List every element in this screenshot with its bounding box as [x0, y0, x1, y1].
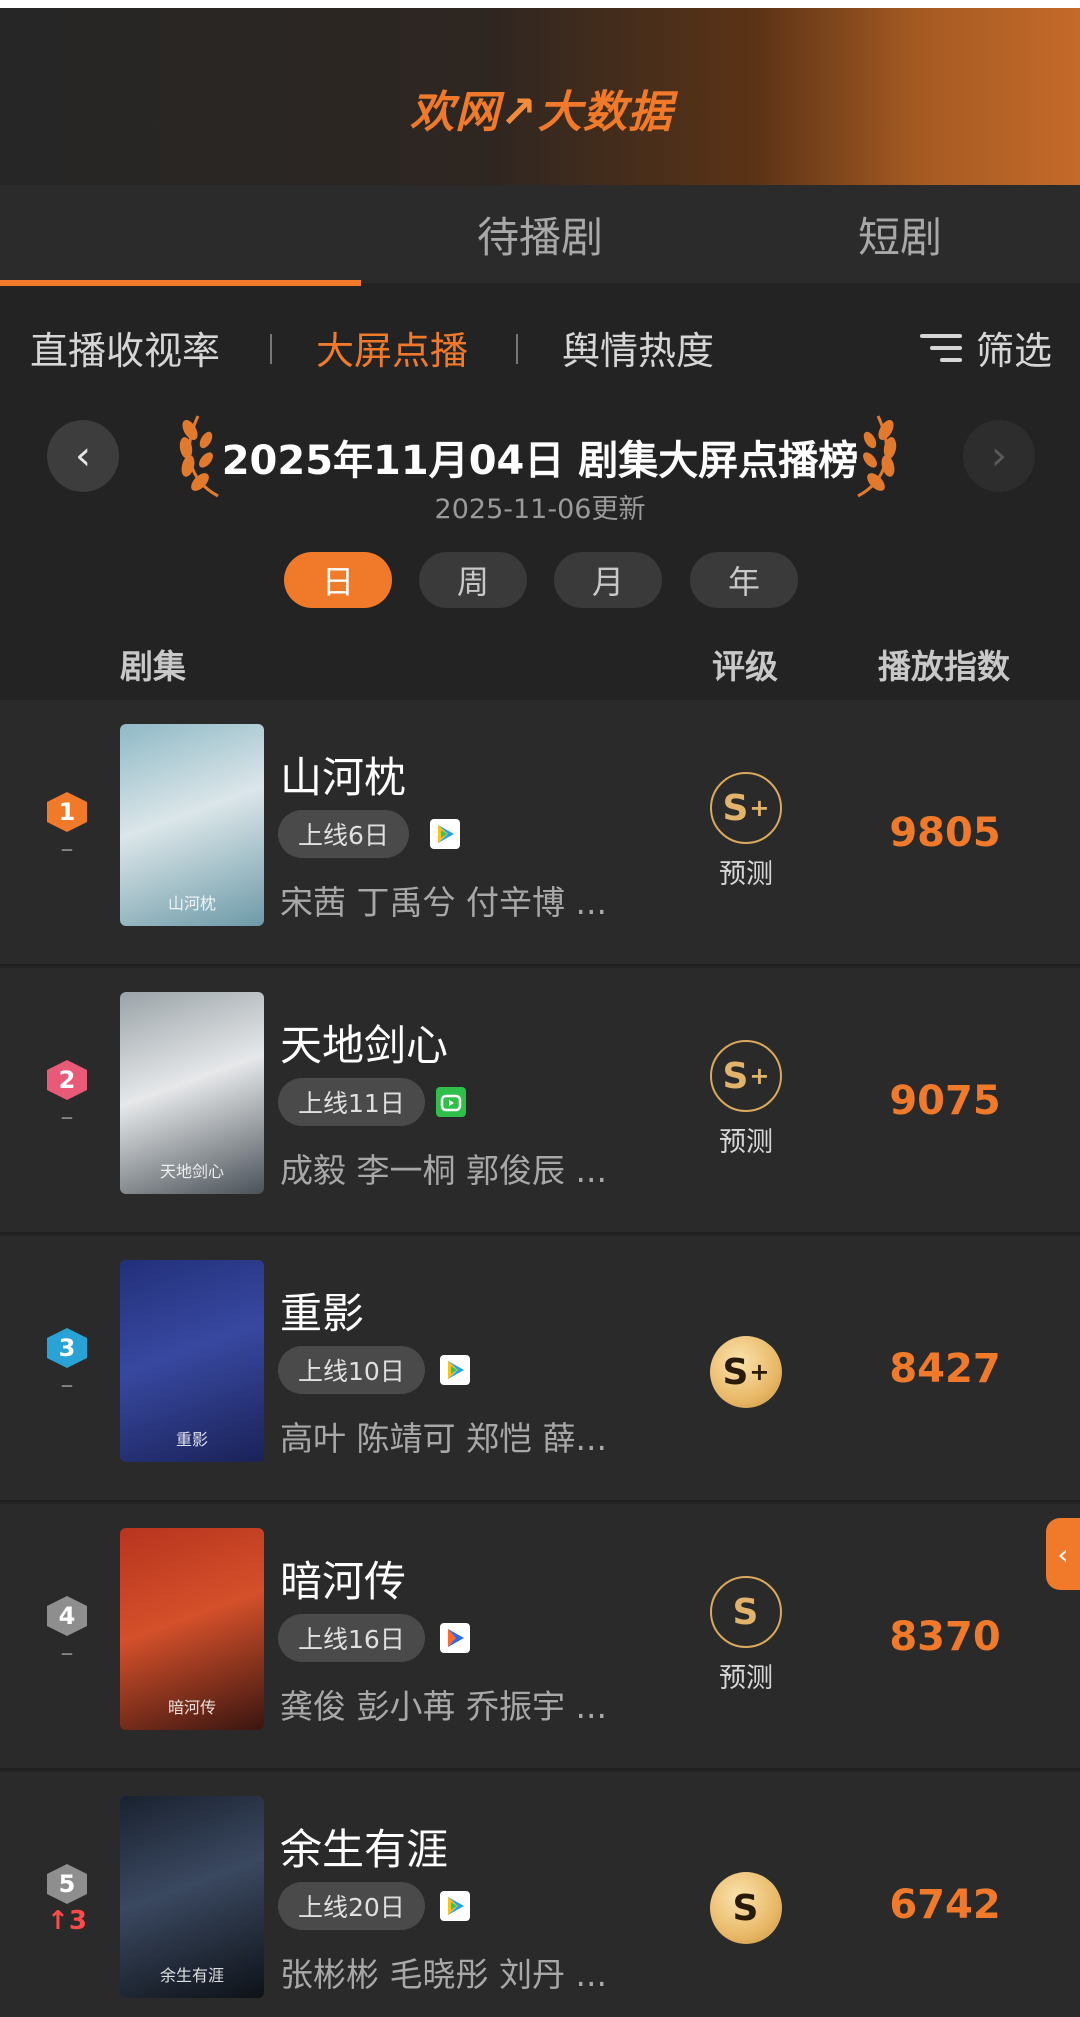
tab-upcoming[interactable]: 待播剧 [360, 185, 720, 283]
series-title[interactable]: 重影 [280, 1280, 364, 1341]
days-online-badge: 上线20日 [278, 1882, 425, 1930]
cast-list: 张彬彬 毛晓彤 刘丹 ... [280, 1955, 607, 1994]
filter-icon [919, 332, 962, 364]
days-online-badge: 上线16日 [278, 1614, 425, 1662]
predict-label: 预测 [719, 859, 773, 890]
series-title[interactable]: 暗河传 [280, 1548, 406, 1609]
grade-letter: S [722, 1055, 749, 1097]
grade-letter: S [732, 1591, 759, 1633]
days-online-badge: 上线6日 [278, 810, 409, 858]
app-header: 欢网↗大数据 [0, 8, 1080, 185]
filter-button[interactable]: 筛选 [919, 320, 1052, 375]
predict-label: 预测 [719, 1663, 773, 1694]
grade-plus: + [749, 1358, 770, 1386]
cast-list: 高叶 陈靖可 郑恺 薛... [280, 1419, 607, 1458]
board-title: 2025年11月04日 剧集大屏点播榜 [221, 438, 859, 484]
grade-badge: S + [710, 1040, 782, 1112]
rank-change: ↑3 [47, 1906, 87, 1936]
series-title[interactable]: 天地剑心 [280, 1012, 448, 1073]
poster-image[interactable]: 重影 [120, 1260, 264, 1462]
cast-list: 龚俊 彭小苒 乔振宇 ... [280, 1687, 607, 1726]
divider [516, 334, 518, 364]
poster-image[interactable]: 暗河传 [120, 1528, 264, 1730]
cast-list: 宋茜 丁禹兮 付辛博 ... [280, 883, 607, 922]
period-day[interactable]: 日 [284, 552, 392, 608]
grade-letter: S [722, 787, 749, 829]
tencent-video-icon [438, 1353, 472, 1387]
poster-image[interactable]: 天地剑心 [120, 992, 264, 1194]
subnav-live-rating[interactable]: 直播收视率 [30, 320, 220, 375]
poster-title: 暗河传 [167, 1698, 216, 1717]
sub-nav: 直播收视率 大屏点播 舆情热度 筛选 [0, 300, 1080, 392]
poster-image[interactable]: 余生有涯 [120, 1796, 264, 1998]
tencent-video-icon [428, 817, 462, 851]
table-row[interactable]: 2 – 天地剑心 天地剑心 上线11日 成毅 李一桐 郭俊辰 ... S + 预测… [0, 968, 1080, 1234]
tab-short-drama[interactable]: 短剧 [720, 185, 1080, 283]
subnav-public-opinion[interactable]: 舆情热度 [562, 320, 714, 375]
divider [270, 334, 272, 364]
table-row[interactable]: 5 ↑3 余生有涯 余生有涯 上线20日 张彬彬 毛晓彤 刘丹 ... S 67… [0, 1772, 1080, 2017]
play-index-value: 6742 [889, 1882, 1001, 1928]
filter-label: 筛选 [975, 329, 1052, 373]
grade-badge: S + [710, 1336, 782, 1408]
tencent-video-icon [438, 1889, 472, 1923]
rank-change: – [60, 1638, 74, 1668]
grade-letter: S [732, 1887, 759, 1929]
poster-title: 重影 [175, 1430, 208, 1449]
rank-badge: 1 [47, 792, 87, 832]
days-online-badge: 上线10日 [278, 1346, 425, 1394]
column-header-index: 播放指数 [878, 647, 1010, 686]
predict-label: 预测 [719, 1127, 773, 1158]
period-week[interactable]: 周 [419, 552, 527, 608]
subnav-vod[interactable]: 大屏点播 [316, 320, 468, 375]
series-title[interactable]: 余生有涯 [280, 1816, 448, 1877]
play-index-value: 8370 [889, 1614, 1001, 1660]
grade-badge: S [710, 1576, 782, 1648]
grade-plus: + [749, 794, 770, 822]
top-tabs: 待播剧 短剧 [0, 185, 1080, 283]
grade-badge: S + [710, 772, 782, 844]
grade-letter: S [722, 1351, 749, 1393]
table-row[interactable]: 3 – 重影 重影 上线10日 高叶 陈靖可 郑恺 薛... S + 8427 [0, 1236, 1080, 1502]
table-row[interactable]: 4 – 暗河传 暗河传 上线16日 龚俊 彭小苒 乔振宇 ... S 预测 83… [0, 1504, 1080, 1770]
rank-change: – [60, 1102, 74, 1132]
rank-change: – [60, 1370, 74, 1400]
cast-list: 成毅 李一桐 郭俊辰 ... [280, 1151, 607, 1190]
table-row[interactable]: 1 – 山河枕 山河枕 上线6日 宋茜 丁禹兮 付辛博 ... S + 预测 98… [0, 700, 1080, 966]
play-index-value: 8427 [889, 1346, 1001, 1392]
rank-badge: 3 [47, 1328, 87, 1368]
play-index-value: 9075 [889, 1078, 1001, 1124]
play-index-value: 9805 [889, 810, 1001, 856]
grade-badge: S [710, 1872, 782, 1944]
period-year[interactable]: 年 [690, 552, 798, 608]
update-time: 2025-11-06更新 [434, 494, 646, 525]
rank-change: – [60, 834, 74, 864]
poster-title: 山河枕 [167, 894, 216, 913]
column-header-grade: 评级 [712, 647, 778, 686]
status-strip [0, 0, 1080, 8]
collapse-side-button[interactable]: ‹ [1046, 1518, 1080, 1590]
app-logo: 欢网↗大数据 [410, 87, 673, 138]
youku-icon [438, 1621, 472, 1655]
series-title[interactable]: 山河枕 [280, 744, 406, 805]
rank-badge: 2 [47, 1060, 87, 1100]
poster-image[interactable]: 山河枕 [120, 724, 264, 926]
poster-title: 余生有涯 [159, 1966, 224, 1985]
rank-badge: 4 [47, 1596, 87, 1636]
days-online-badge: 上线11日 [278, 1078, 425, 1126]
tab-airing[interactable] [0, 185, 360, 283]
grade-plus: + [749, 1062, 770, 1090]
iqiyi-icon [434, 1085, 468, 1119]
tab-underline [0, 280, 361, 286]
rank-badge: 5 [47, 1864, 87, 1904]
column-header-series: 剧集 [120, 647, 186, 686]
period-month[interactable]: 月 [554, 552, 662, 608]
poster-title: 天地剑心 [159, 1162, 224, 1181]
chevron-left-icon: ‹ [1057, 1537, 1069, 1571]
